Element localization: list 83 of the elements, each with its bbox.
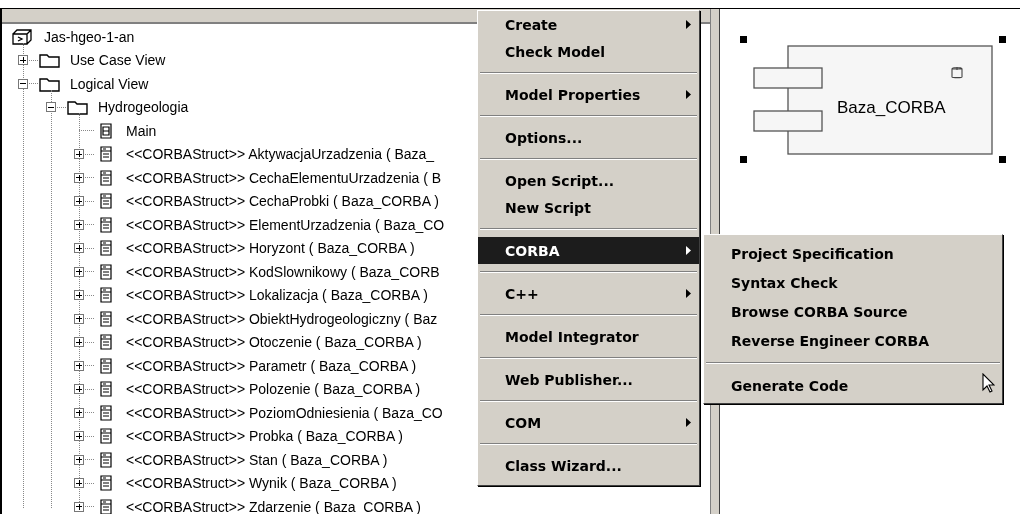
menu-item[interactable]: Model Integrator <box>478 323 699 350</box>
tree-item[interactable]: <<CORBAStruct>> AktywacjaUrzadzenia ( Baza_ <box>126 146 435 163</box>
class-icon <box>100 169 112 186</box>
expand-button[interactable] <box>74 360 84 371</box>
selection-handle[interactable] <box>999 36 1006 43</box>
expand-button[interactable] <box>74 431 84 442</box>
tree-item[interactable]: Hydrogeologia <box>98 99 189 116</box>
menu-item[interactable]: Generate Code <box>704 371 1002 400</box>
class-icon <box>100 334 112 351</box>
expand-button[interactable] <box>74 313 84 324</box>
tree-item[interactable]: <<CORBAStruct>> KodSlownikowy ( Baza_CORB <box>126 263 440 280</box>
selection-handle[interactable] <box>999 156 1006 163</box>
tree-item[interactable]: Use Case View <box>70 52 166 69</box>
tree-item[interactable]: <<CORBAStruct>> Lokalizacja ( Baza_CORBA ) <box>126 287 428 304</box>
diagram-icon <box>100 122 112 139</box>
menu-item[interactable]: Browse CORBA Source <box>704 297 1002 326</box>
expand-button[interactable] <box>74 501 84 512</box>
tree-item[interactable]: <<CORBAStruct>> Wynik ( Baza_CORBA ) <box>126 475 397 492</box>
tree-item[interactable]: Logical View <box>70 75 149 92</box>
expand-button[interactable] <box>74 149 84 160</box>
tree-item[interactable]: <<CORBAStruct>> Stan ( Baza_CORBA ) <box>126 451 388 468</box>
expand-button[interactable] <box>74 266 84 277</box>
menu-item[interactable]: Class Wizard... <box>478 452 699 479</box>
selection-handle[interactable] <box>740 36 747 43</box>
class-icon <box>100 357 112 374</box>
tree-item[interactable]: <<CORBAStruct>> PoziomOdniesienia ( Baza_CO <box>126 404 443 421</box>
menu-item[interactable]: Reverse Engineer CORBA <box>704 326 1002 355</box>
class-icon <box>100 310 112 327</box>
expand-button[interactable] <box>74 243 84 254</box>
expand-button[interactable] <box>74 290 84 301</box>
menu-item[interactable]: Options... <box>478 124 699 151</box>
class-icon <box>100 146 112 163</box>
expand-button[interactable] <box>74 337 84 348</box>
expand-button[interactable] <box>18 55 28 66</box>
class-icon <box>100 428 112 445</box>
expand-button[interactable] <box>74 454 84 465</box>
tree-item[interactable]: <<CORBAStruct>> CechaElementuUrzadzenia ( B <box>126 169 442 186</box>
menu-item[interactable]: Project Specification <box>704 239 1002 268</box>
expand-button[interactable] <box>74 196 84 207</box>
class-icon <box>100 193 112 210</box>
menu-item[interactable]: COM <box>478 409 699 436</box>
tree-item[interactable]: <<CORBAStruct>> ElementUrzadzenia ( Baza_CO <box>126 216 445 233</box>
expand-button[interactable] <box>74 219 84 230</box>
mouse-pointer-icon <box>982 373 995 393</box>
expand-button[interactable] <box>74 384 84 395</box>
tree-item[interactable]: <<CORBAStruct>> Horyzont ( Baza_CORBA ) <box>126 240 415 257</box>
class-icon <box>100 404 112 421</box>
menu-item[interactable]: Model Properties <box>478 81 699 108</box>
class-icon <box>100 381 112 398</box>
folder-icon <box>39 75 61 92</box>
menu-item[interactable]: C++ <box>478 280 699 307</box>
tree-item[interactable]: <<CORBAStruct>> Zdarzenie ( Baza_CORBA ) <box>126 498 421 514</box>
menu-item[interactable]: New Script <box>478 194 699 221</box>
database-icon <box>951 66 963 79</box>
tree-item[interactable]: <<CORBAStruct>> Parametr ( Baza_CORBA ) <box>126 357 417 374</box>
tree-item[interactable]: Main <box>126 122 157 139</box>
expand-button[interactable] <box>74 407 84 418</box>
menu-item[interactable]: CORBA <box>478 237 699 264</box>
menu-item[interactable]: Syntax Check <box>704 268 1002 297</box>
collapse-button[interactable] <box>46 102 56 113</box>
menu-item[interactable]: Web Publisher... <box>478 366 699 393</box>
tree-item[interactable]: Jas-hgeo-1-an <box>44 28 135 45</box>
expand-button[interactable] <box>74 478 84 489</box>
class-icon <box>100 451 112 468</box>
component-name: Baza_CORBA <box>837 98 946 118</box>
menu-item[interactable]: Check Model <box>478 38 699 65</box>
menu-item[interactable]: Create <box>478 11 699 38</box>
menu-item[interactable]: Open Script... <box>478 167 699 194</box>
class-icon <box>100 263 112 280</box>
folder-icon <box>39 52 61 69</box>
selection-handle[interactable] <box>740 156 747 163</box>
class-icon <box>100 287 112 304</box>
tree-item[interactable]: <<CORBAStruct>> Otoczenie ( Baza_CORBA ) <box>126 334 422 351</box>
tree-item[interactable]: <<CORBAStruct>> Probka ( Baza_CORBA ) <box>126 428 403 445</box>
tree-item[interactable]: <<CORBAStruct>> Polozenie ( Baza_CORBA ) <box>126 381 421 398</box>
folder-icon <box>67 99 89 116</box>
class-icon <box>100 475 112 492</box>
class-icon <box>100 216 112 233</box>
tree-item[interactable]: <<CORBAStruct>> ObiektHydrogeologiczny ( Baz <box>126 310 438 327</box>
class-icon <box>100 240 112 257</box>
tree-item[interactable]: <<CORBAStruct>> CechaProbki ( Baza_CORBA ) <box>126 193 439 210</box>
collapse-button[interactable] <box>18 78 28 89</box>
expand-button[interactable] <box>74 172 84 183</box>
